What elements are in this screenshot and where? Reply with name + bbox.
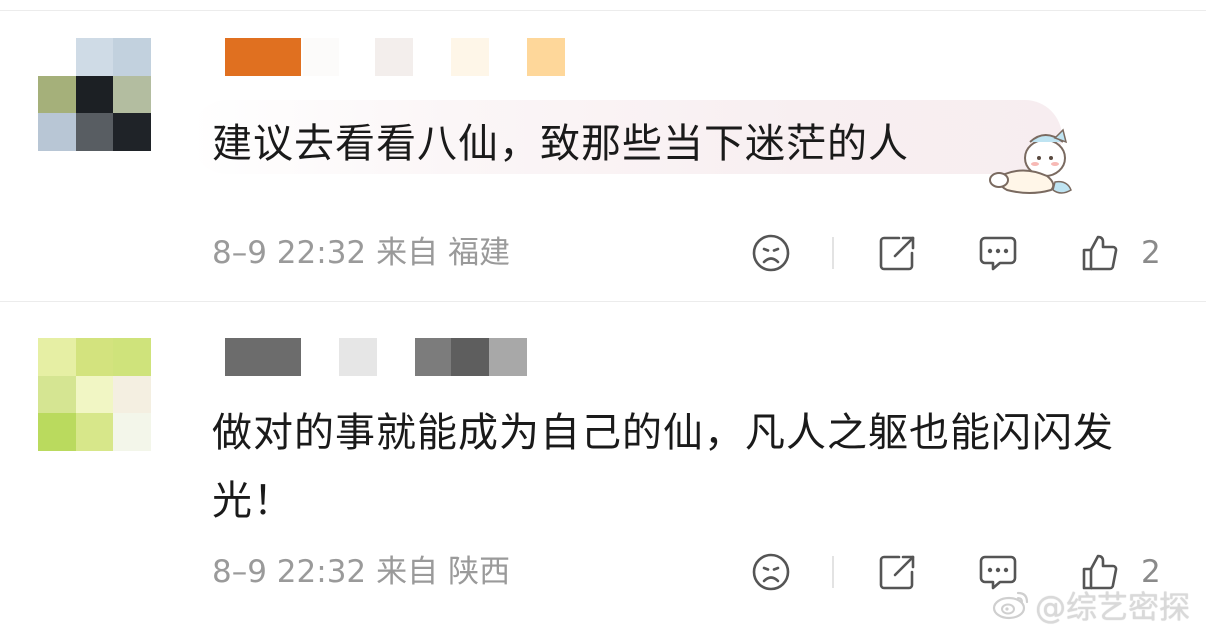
- avatar-pixel: [113, 113, 151, 151]
- avatar-pixel: [113, 375, 151, 414]
- avatar[interactable]: [38, 338, 151, 451]
- comment-location: 福建: [448, 235, 511, 271]
- comment-meta: 8–9 22:32 来自 福建 2: [212, 233, 1172, 273]
- weibo-logo-icon: [991, 587, 1031, 621]
- share-icon[interactable]: [877, 552, 917, 592]
- location-prefix: 来自: [376, 554, 439, 590]
- avatar-pixel: [75, 113, 114, 151]
- avatar-pixel: [75, 38, 114, 76]
- avatar-pixel: [75, 75, 114, 114]
- comment-time: 8–9 22:32: [212, 554, 367, 590]
- sleeping-cat-sticker: [985, 120, 1080, 198]
- avatar-pixel: [38, 413, 76, 451]
- username-pixel: [339, 338, 377, 376]
- avatar-pixel: [75, 413, 114, 451]
- avatar-pixel: [38, 38, 76, 76]
- share-icon[interactable]: [877, 233, 917, 273]
- username-pixel: [225, 338, 301, 376]
- username-pixel: [527, 38, 565, 76]
- watermark-text: @综艺密探: [1035, 589, 1190, 626]
- sad-face-icon[interactable]: [751, 233, 791, 273]
- username-pixel: [489, 338, 527, 376]
- meta-divider: [832, 556, 834, 588]
- comment-time: 8–9 22:32: [212, 235, 367, 271]
- username-pixel: [303, 38, 339, 76]
- avatar-pixel: [38, 375, 76, 414]
- avatar-pixel: [75, 338, 114, 376]
- avatar-pixel: [113, 38, 151, 76]
- like-count: 2: [1141, 235, 1161, 271]
- comment-bubble-icon[interactable]: [978, 233, 1018, 273]
- thumbs-up-icon[interactable]: [1080, 233, 1120, 273]
- username[interactable]: [225, 38, 570, 76]
- location-prefix: 来自: [376, 235, 439, 271]
- sad-face-icon[interactable]: [751, 552, 791, 592]
- avatar[interactable]: [38, 38, 151, 151]
- username-pixel: [225, 38, 301, 76]
- username-pixel: [375, 38, 413, 76]
- avatar-pixel: [38, 113, 76, 151]
- avatar-pixel: [113, 75, 151, 114]
- watermark: @综艺密探: [991, 584, 1190, 626]
- avatar-pixel: [113, 338, 151, 376]
- avatar-pixel: [38, 75, 76, 114]
- avatar-pixel: [113, 413, 151, 451]
- comment-item: 建议去看看八仙，致那些当下迷茫的人 8–9 22:32 来自 福建 2: [0, 0, 1206, 300]
- comment-text: 做对的事就能成为自己的仙，凡人之躯也能闪闪发光！: [212, 410, 1114, 524]
- username-pixel: [415, 338, 453, 376]
- avatar-pixel: [38, 338, 76, 376]
- username[interactable]: [225, 338, 530, 376]
- comment-location: 陕西: [448, 554, 511, 590]
- username-pixel: [451, 38, 489, 76]
- username-pixel: [451, 338, 489, 376]
- meta-divider: [832, 237, 834, 269]
- avatar-pixel: [75, 375, 114, 414]
